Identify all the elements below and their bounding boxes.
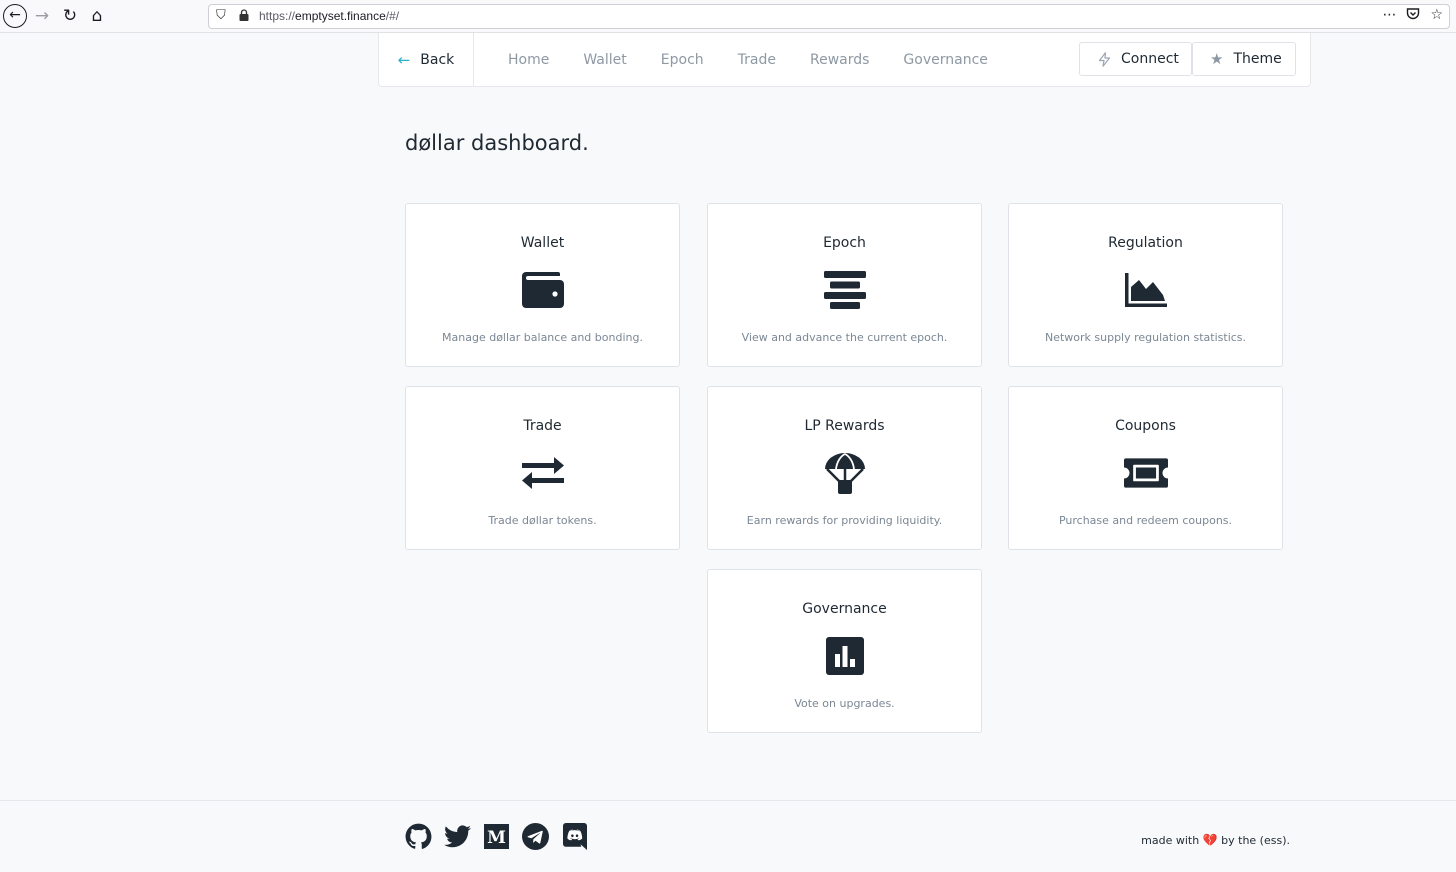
swap-icon xyxy=(521,453,565,493)
lock-icon[interactable] xyxy=(239,9,249,21)
epoch-icon xyxy=(823,270,867,310)
card-regulation[interactable]: Regulation Network supply regulation sta… xyxy=(1008,203,1283,367)
card-description: Purchase and redeem coupons. xyxy=(1058,514,1233,527)
back-button[interactable]: ← Back xyxy=(379,33,474,86)
nav-link-wallet[interactable]: Wallet xyxy=(583,52,626,68)
card-wallet[interactable]: Wallet Manage døllar balance and bonding… xyxy=(405,203,680,367)
bookmark-star-icon[interactable]: ☆ xyxy=(1430,7,1443,23)
twitter-icon[interactable] xyxy=(444,823,471,850)
card-title: Regulation xyxy=(1108,235,1183,251)
card-title: Wallet xyxy=(520,235,565,251)
connect-label: Connect xyxy=(1121,51,1179,67)
card-description: Earn rewards for providing liquidity. xyxy=(746,514,943,527)
star-icon: ★ xyxy=(1210,50,1224,68)
connect-button[interactable]: Connect xyxy=(1079,42,1192,76)
browser-reload-icon[interactable]: ↻ xyxy=(60,6,80,26)
theme-label: Theme xyxy=(1233,51,1282,67)
page-actions-icon[interactable]: ⋯ xyxy=(1382,7,1396,23)
medium-letter: M xyxy=(487,828,506,848)
lightning-icon xyxy=(1098,51,1111,67)
nav-link-trade[interactable]: Trade xyxy=(738,52,776,68)
nav-link-rewards[interactable]: Rewards xyxy=(810,52,869,68)
footer: M made with 💔 by the (ess). xyxy=(0,800,1456,872)
social-links: M xyxy=(405,823,588,850)
credit-prefix: made with xyxy=(1141,834,1200,847)
poll-icon xyxy=(823,636,867,676)
arrow-left-icon: ← xyxy=(397,50,411,69)
footer-credit: made with 💔 by the (ess). xyxy=(1141,833,1290,847)
card-coupons[interactable]: Coupons Purchase and redeem coupons. xyxy=(1008,386,1283,550)
ticket-icon xyxy=(1123,453,1168,493)
nav-links: Home Wallet Epoch Trade Rewards Governan… xyxy=(508,33,988,86)
app-navbar: ← Back Home Wallet Epoch Trade Rewards G… xyxy=(378,33,1311,87)
card-description: Trade døllar tokens. xyxy=(488,514,597,527)
card-epoch[interactable]: Epoch View and advance the current epoch… xyxy=(707,203,982,367)
browser-toolbar: ← → ↻ ⌂ ⛉ https://emptyset.finance/#/ ⋯ … xyxy=(0,0,1456,33)
card-description: View and advance the current epoch. xyxy=(741,331,948,344)
browser-forward-icon[interactable]: → xyxy=(32,6,52,26)
card-title: LP Rewards xyxy=(804,418,885,434)
page-title: døllar dashboard. xyxy=(405,131,589,155)
theme-button[interactable]: ★ Theme xyxy=(1192,42,1296,76)
wallet-icon xyxy=(521,270,565,310)
browser-back-icon[interactable]: ← xyxy=(3,4,27,28)
discord-icon[interactable] xyxy=(561,823,588,850)
url-text[interactable]: https://emptyset.finance/#/ xyxy=(259,9,399,23)
nav-link-governance[interactable]: Governance xyxy=(903,52,987,68)
credit-suffix: by the (ess). xyxy=(1221,834,1290,847)
url-bar[interactable]: ⛉ https://emptyset.finance/#/ ⋯ ☆ xyxy=(208,4,1450,29)
card-title: Epoch xyxy=(823,235,866,251)
card-description: Vote on upgrades. xyxy=(794,697,895,710)
nav-link-epoch[interactable]: Epoch xyxy=(661,52,704,68)
url-path: /#/ xyxy=(385,9,400,23)
parachute-icon xyxy=(823,452,867,494)
browser-home-icon[interactable]: ⌂ xyxy=(87,6,107,26)
area-chart-icon xyxy=(1124,270,1168,310)
card-title: Coupons xyxy=(1115,418,1176,434)
card-description: Network supply regulation statistics. xyxy=(1044,331,1247,344)
url-scheme: https:// xyxy=(259,9,296,23)
card-title: Trade xyxy=(523,418,562,434)
tracking-shield-icon[interactable]: ⛉ xyxy=(216,8,226,23)
card-title: Governance xyxy=(802,601,887,617)
back-label: Back xyxy=(420,51,455,68)
medium-icon[interactable]: M xyxy=(483,823,510,850)
telegram-icon[interactable] xyxy=(522,823,549,850)
card-trade[interactable]: Trade Trade døllar tokens. xyxy=(405,386,680,550)
url-host: emptyset.finance xyxy=(295,9,386,23)
card-governance[interactable]: Governance Vote on upgrades. xyxy=(707,569,982,733)
nav-link-home[interactable]: Home xyxy=(508,52,549,68)
card-description: Manage døllar balance and bonding. xyxy=(442,331,643,344)
pocket-icon[interactable] xyxy=(1406,7,1420,21)
broken-heart-icon: 💔 xyxy=(1202,833,1218,847)
github-icon[interactable] xyxy=(405,823,432,850)
card-lp-rewards[interactable]: LP Rewards Earn rewards for providing li… xyxy=(707,386,982,550)
